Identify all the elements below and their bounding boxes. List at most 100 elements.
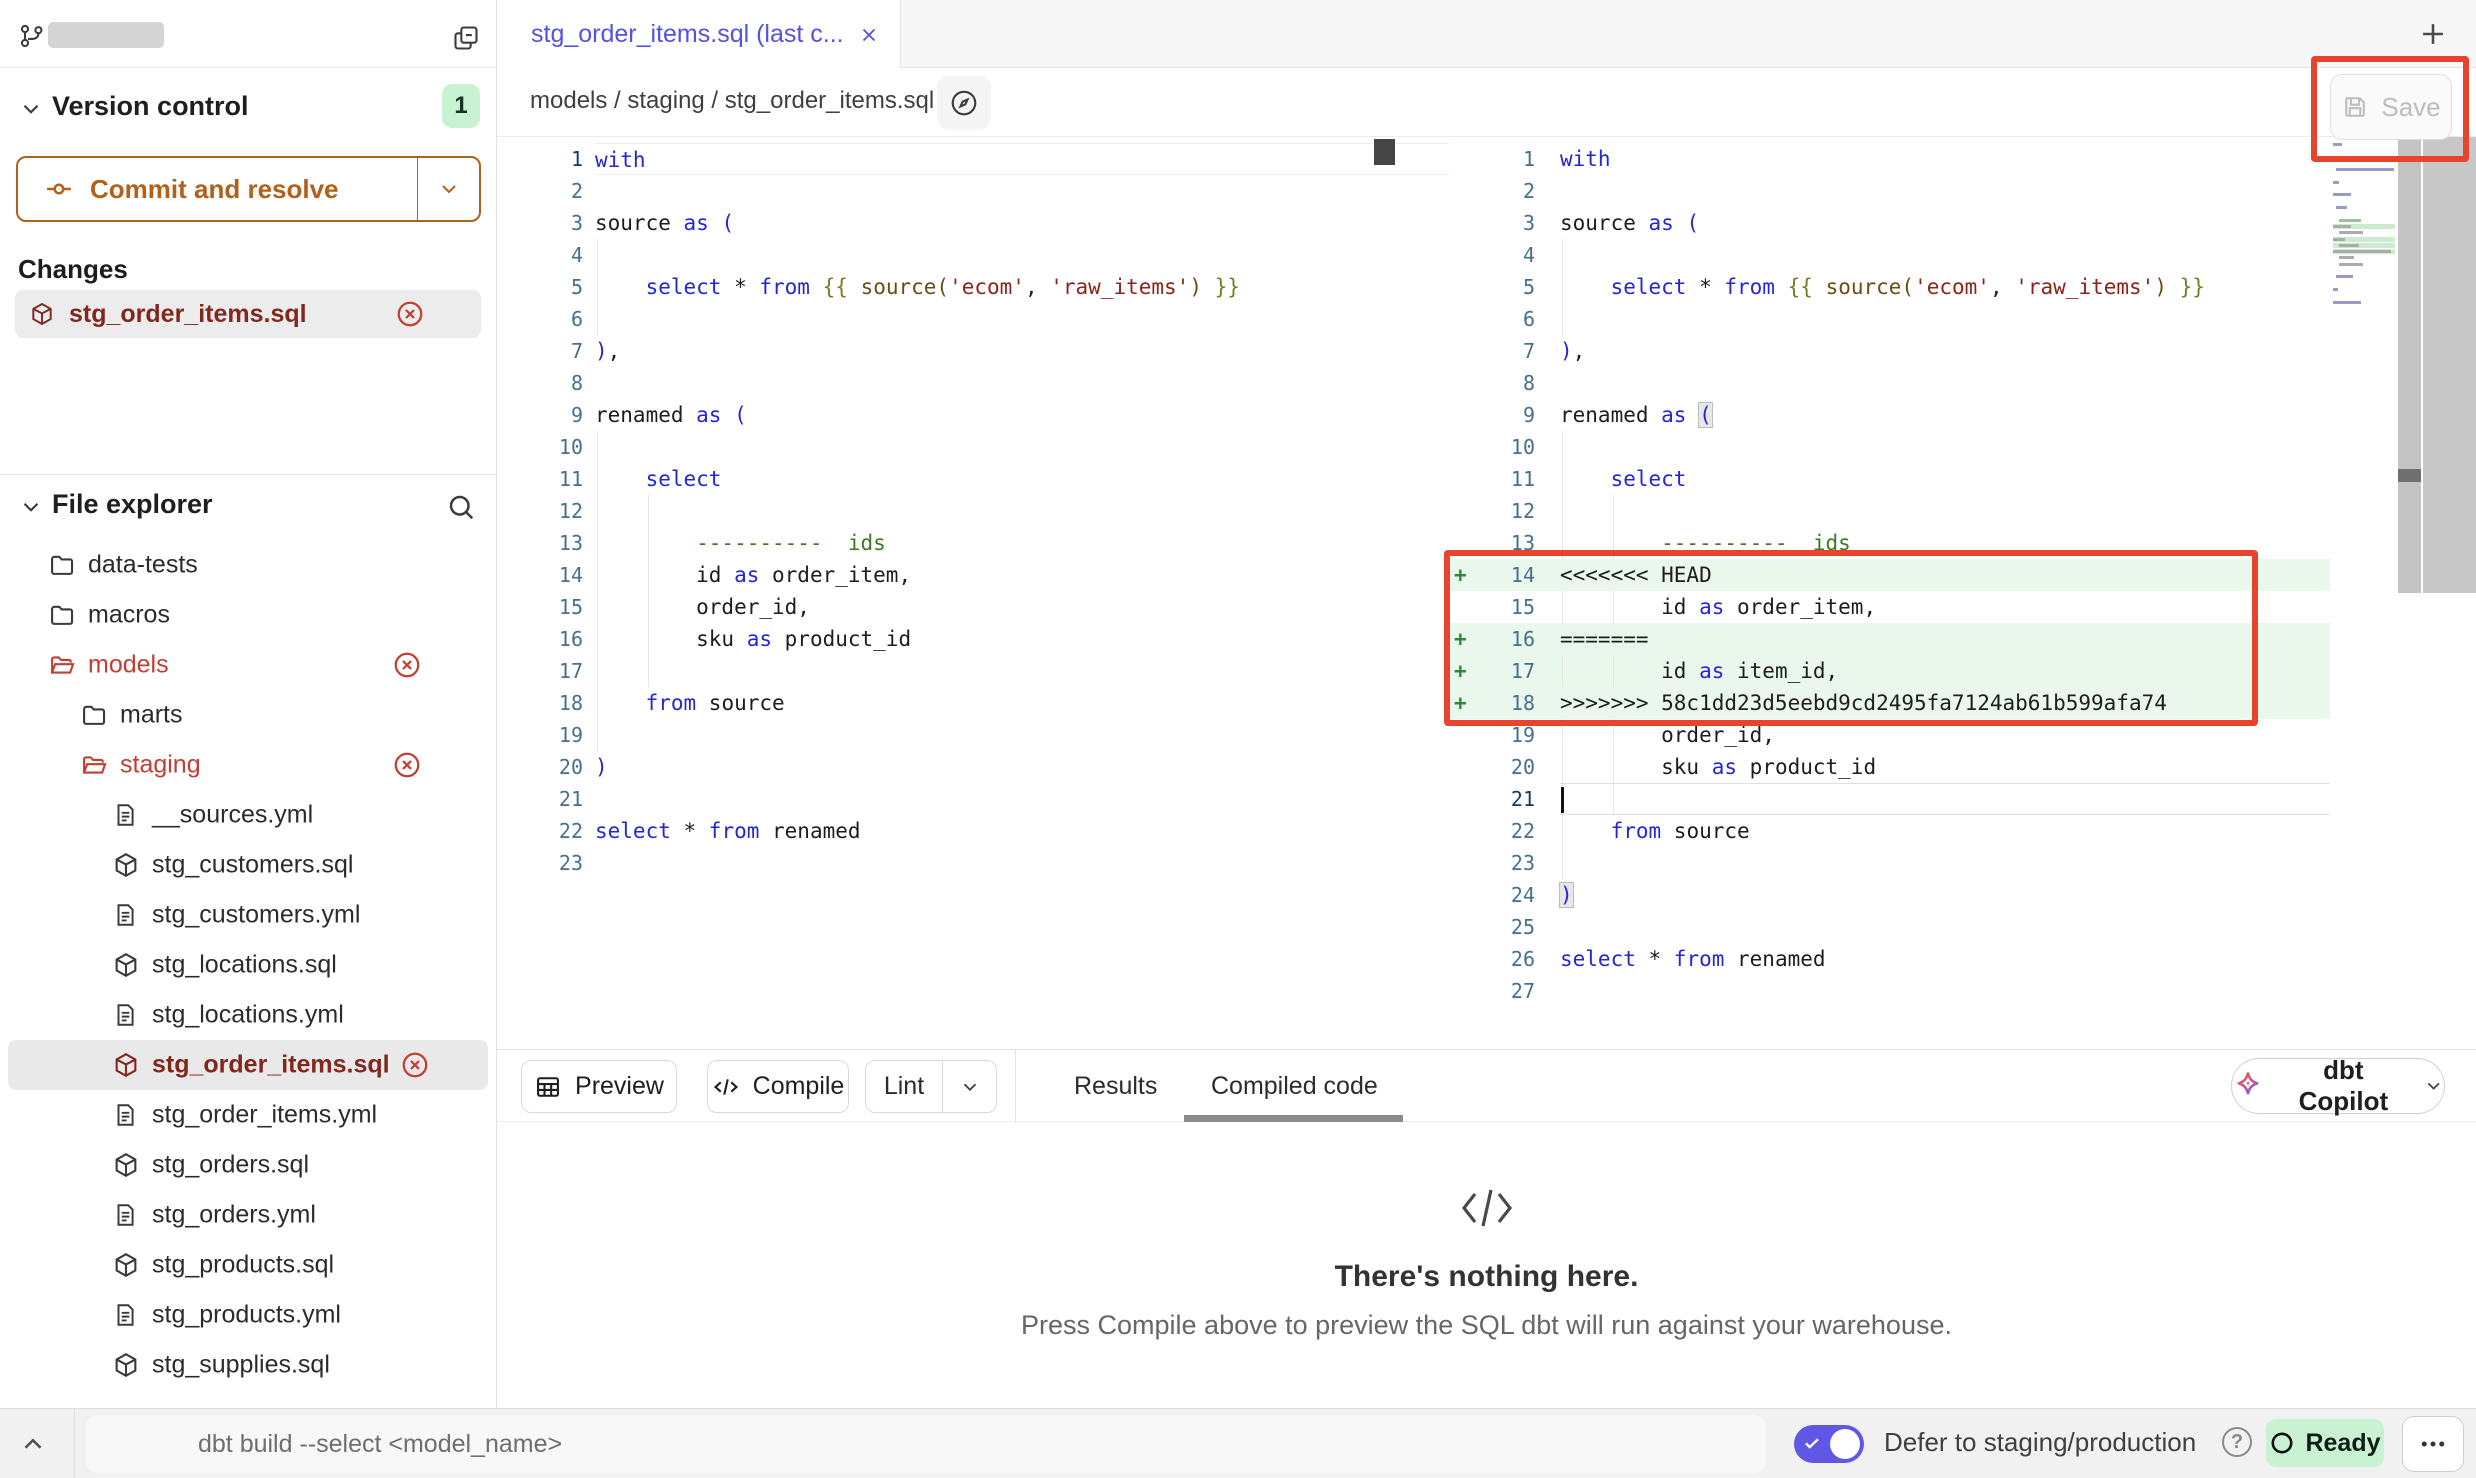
file-tree-item-stg-orders-sql[interactable]: stg_orders.sql xyxy=(0,1140,496,1190)
editor-pane-modified[interactable]: 1with23source as (45 select * from {{ so… xyxy=(1449,137,2330,1049)
line-number: 14 xyxy=(1471,559,1535,591)
lint-button[interactable]: Lint xyxy=(866,1061,942,1112)
scrollbar-thumb[interactable] xyxy=(2398,469,2421,482)
file-tree-item-stg-locations-sql[interactable]: stg_locations.sql xyxy=(0,940,496,990)
table-icon xyxy=(534,1073,562,1101)
folder-icon xyxy=(48,601,76,629)
chevron-up-icon[interactable] xyxy=(18,1429,48,1459)
code-line: 12 xyxy=(1449,495,2330,527)
line-number: 12 xyxy=(497,495,583,527)
editor-pane-original[interactable]: 1with23source as (45 select * from {{ so… xyxy=(497,137,1449,1049)
version-control-section[interactable]: Version control xyxy=(0,84,496,136)
code-line: 22select * from renamed xyxy=(497,815,1449,847)
code-line: 22 from source xyxy=(1449,815,2330,847)
line-number: 21 xyxy=(497,783,583,815)
code-line: +16======= xyxy=(1449,623,2330,655)
check-icon xyxy=(1803,1433,1821,1453)
diff-added-marker xyxy=(1449,431,1471,463)
copilot-label: dbt Copilot xyxy=(2277,1055,2410,1117)
file-name: staging xyxy=(120,751,201,780)
file-tree-item-stg-products-sql[interactable]: stg_products.sql xyxy=(0,1240,496,1290)
toolbar-divider xyxy=(1015,1050,1016,1122)
window-scrollbar[interactable] xyxy=(2423,137,2476,593)
save-icon xyxy=(2341,93,2369,121)
file-explorer-section[interactable]: File explorer xyxy=(0,482,496,534)
commit-and-resolve-button[interactable]: Commit and resolve xyxy=(16,156,481,222)
dbt-command-input[interactable] xyxy=(86,1415,1766,1473)
branch-name-placeholder xyxy=(48,22,164,48)
file-tree-item-models[interactable]: models xyxy=(0,640,496,690)
file-tree-item-macros[interactable]: macros xyxy=(0,590,496,640)
line-number: 25 xyxy=(1471,911,1535,943)
diff-added-marker xyxy=(1449,175,1471,207)
file-tree-item-staging[interactable]: staging xyxy=(0,740,496,790)
file-icon xyxy=(112,901,138,929)
line-number: 17 xyxy=(497,655,583,687)
changed-file-row[interactable]: stg_order_items.sql xyxy=(15,290,481,338)
tab-stg-order-items[interactable]: stg_order_items.sql (last c... xyxy=(497,0,901,69)
code-line: 17 xyxy=(497,655,1449,687)
code-line: 4 xyxy=(1449,239,2330,271)
more-options-button[interactable] xyxy=(2402,1416,2464,1472)
minimap[interactable] xyxy=(2333,142,2395,472)
line-number: 11 xyxy=(497,463,583,495)
file-tree-item-marts[interactable]: marts xyxy=(0,690,496,740)
left-pane-scrollbar-thumb[interactable] xyxy=(1374,139,1395,165)
compile-button[interactable]: Compile xyxy=(707,1060,849,1113)
file-tree-item--sources-yml[interactable]: __sources.yml xyxy=(0,790,496,840)
file-name: marts xyxy=(120,701,183,730)
code-line: 5 select * from {{ source('ecom', 'raw_i… xyxy=(1449,271,2330,303)
statusbar-divider xyxy=(74,1409,75,1478)
preview-button[interactable]: Preview xyxy=(521,1060,677,1113)
git-branch-icon[interactable] xyxy=(18,22,46,50)
ellipsis-icon xyxy=(2418,1429,2448,1459)
help-icon[interactable]: ? xyxy=(2222,1427,2252,1457)
defer-toggle[interactable] xyxy=(1794,1425,1864,1463)
model-cube-icon xyxy=(29,301,55,327)
lint-dropdown-button[interactable] xyxy=(942,1061,996,1112)
lineage-icon[interactable] xyxy=(937,76,991,130)
line-number: 9 xyxy=(1471,399,1535,431)
editor-scrollbar[interactable] xyxy=(2398,137,2421,593)
tab-results[interactable]: Results xyxy=(1074,1050,1157,1122)
changes-heading: Changes xyxy=(18,254,128,285)
dbt-copilot-button[interactable]: dbt Copilot xyxy=(2231,1058,2445,1114)
file-name: stg_order_items.sql xyxy=(152,1051,390,1080)
save-button[interactable]: Save xyxy=(2330,74,2452,140)
close-icon[interactable] xyxy=(858,24,880,46)
file-name: models xyxy=(88,651,169,680)
tab-compiled-code[interactable]: Compiled code xyxy=(1211,1050,1378,1122)
line-number: 8 xyxy=(1471,367,1535,399)
code-line: 9renamed as ( xyxy=(497,399,1449,431)
discard-change-icon[interactable] xyxy=(395,299,425,329)
file-tree-item-data-tests[interactable]: data-tests xyxy=(0,540,496,590)
file-tree-item-stg-supplies-sql[interactable]: stg_supplies.sql xyxy=(0,1340,496,1390)
file-tree-item-stg-products-yml[interactable]: stg_products.yml xyxy=(0,1290,496,1340)
line-number: 3 xyxy=(1471,207,1535,239)
commit-dropdown-button[interactable] xyxy=(417,158,479,220)
file-name: stg_customers.sql xyxy=(152,851,353,880)
new-tab-icon[interactable] xyxy=(2416,17,2450,51)
discard-change-icon[interactable] xyxy=(392,750,422,780)
file-explorer-title: File explorer xyxy=(52,489,213,520)
line-number: 16 xyxy=(497,623,583,655)
code-line: +17 id as item_id, xyxy=(1449,655,2330,687)
file-tree-item-stg-locations-yml[interactable]: stg_locations.yml xyxy=(0,990,496,1040)
file-tree-item-stg-order-items-sql[interactable]: stg_order_items.sql xyxy=(8,1040,488,1090)
changes-count-badge: 1 xyxy=(442,84,480,128)
status-badge[interactable]: Ready xyxy=(2266,1419,2384,1467)
file-tree-item-stg-order-items-yml[interactable]: stg_order_items.yml xyxy=(0,1090,496,1140)
file-tree-item-stg-customers-sql[interactable]: stg_customers.sql xyxy=(0,840,496,890)
line-number: 15 xyxy=(497,591,583,623)
file-tree-item-stg-orders-yml[interactable]: stg_orders.yml xyxy=(0,1190,496,1240)
code-line: 24) xyxy=(1449,879,2330,911)
file-tree-item-stg-customers-yml[interactable]: stg_customers.yml xyxy=(0,890,496,940)
copy-icon[interactable] xyxy=(452,24,480,52)
diff-added-marker xyxy=(1449,879,1471,911)
search-icon[interactable] xyxy=(446,492,476,522)
code-line: 2 xyxy=(497,175,1449,207)
line-number: 6 xyxy=(497,303,583,335)
discard-change-icon[interactable] xyxy=(400,1050,430,1080)
file-name: stg_locations.sql xyxy=(152,951,337,980)
discard-change-icon[interactable] xyxy=(392,650,422,680)
